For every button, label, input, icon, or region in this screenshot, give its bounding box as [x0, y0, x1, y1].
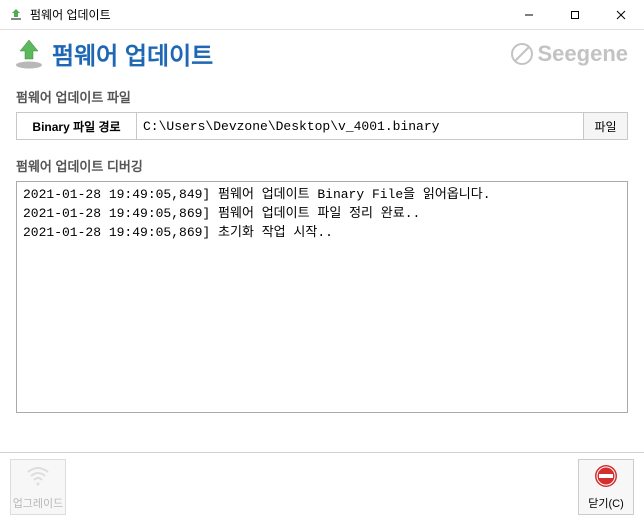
minimize-button[interactable] [506, 0, 552, 29]
page-title: 펌웨어 업데이트 [52, 36, 510, 71]
debug-log[interactable]: 2021-01-28 19:49:05,849] 펌웨어 업데이트 Binary… [16, 181, 628, 413]
file-row: Binary 파일 경로 C:\Users\Devzone\Desktop\v_… [16, 112, 628, 140]
file-section-label: 펌웨어 업데이트 파일 [16, 87, 628, 106]
brand-logo: Seegene [510, 41, 629, 67]
no-entry-icon [592, 462, 620, 493]
upgrade-button-label: 업그레이드 [13, 495, 64, 511]
close-button-label: 닫기(C) [588, 495, 624, 511]
maximize-button[interactable] [552, 0, 598, 29]
window-title: 펌웨어 업데이트 [30, 6, 506, 23]
window-close-button[interactable] [598, 0, 644, 29]
upgrade-button: 업그레이드 [10, 459, 66, 515]
header: 펌웨어 업데이트 Seegene [0, 30, 644, 81]
brand-icon [510, 42, 534, 66]
close-button[interactable]: 닫기(C) [578, 459, 634, 515]
debug-section-label: 펌웨어 업데이트 디버깅 [16, 156, 628, 175]
titlebar: 펌웨어 업데이트 [0, 0, 644, 30]
window-controls [506, 0, 644, 29]
footer: 업그레이드 닫기(C) [0, 452, 644, 520]
wifi-icon [24, 462, 52, 493]
file-path-label: Binary 파일 경로 [17, 113, 137, 139]
browse-file-button[interactable]: 파일 [583, 113, 627, 139]
firmware-update-icon [12, 37, 46, 71]
app-icon [8, 7, 24, 23]
brand-text: Seegene [538, 41, 629, 67]
file-path-value: C:\Users\Devzone\Desktop\v_4001.binary [137, 113, 583, 139]
